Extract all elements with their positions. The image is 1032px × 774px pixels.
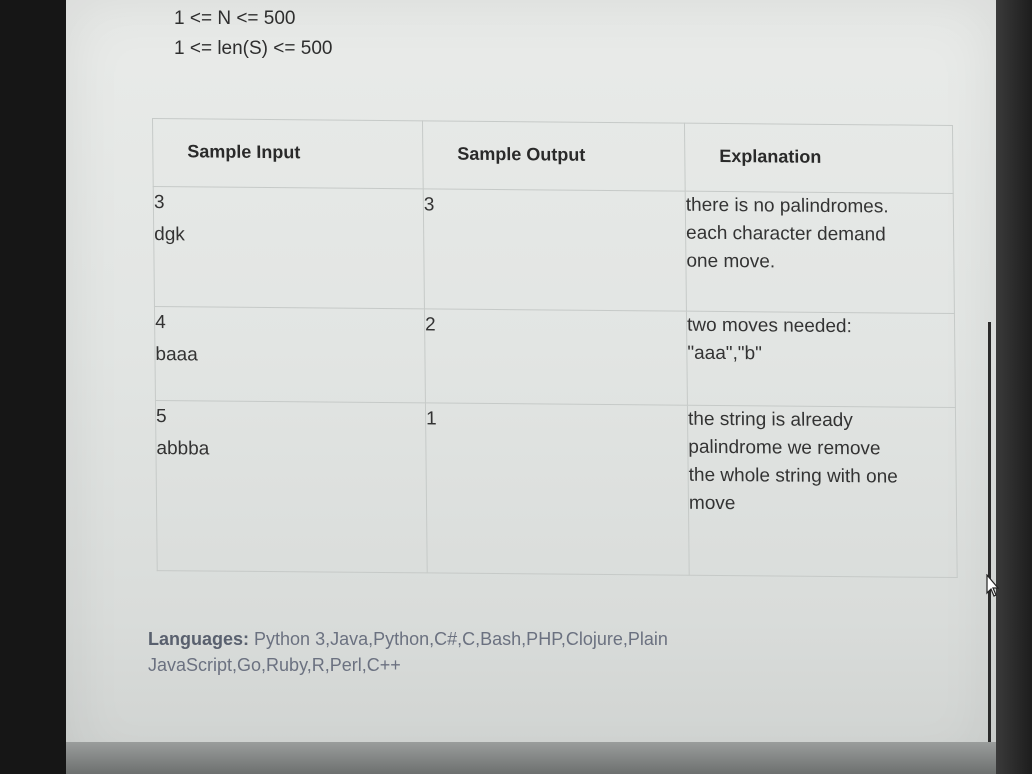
explanation-line: there is no palindromes.	[685, 194, 889, 218]
sample-output-cell: 3	[423, 188, 687, 312]
explanation-line: one move.	[686, 250, 776, 273]
explanation-line: palindrome we remove	[688, 436, 881, 460]
sample-input-cell: 4 baaa	[154, 306, 426, 403]
table-row: 3 dgk 3 there is no palindromes. each ch…	[153, 186, 955, 314]
input-n: 4	[155, 312, 166, 334]
explanation-line: each character demand	[686, 222, 886, 246]
sample-table-container: Sample Input Sample Output Explanation 3…	[152, 118, 958, 578]
constraint-n: 1 <= N <= 500	[174, 8, 296, 29]
right-edge	[996, 0, 1032, 774]
output-value: 2	[425, 314, 436, 336]
sample-output-cell: 2	[424, 308, 688, 406]
explanation-line: the whole string with one	[688, 464, 898, 488]
screen: 1 <= N <= 500 1 <= len(S) <= 500 Sample …	[0, 0, 1032, 774]
explanation-line: "aaa","b"	[687, 342, 763, 365]
header-sample-output: Sample Output	[422, 120, 686, 192]
input-s: abbba	[156, 438, 210, 460]
output-value: 3	[423, 194, 435, 216]
input-s: dgk	[154, 224, 185, 246]
output-value: 1	[426, 408, 437, 430]
explanation-cell: there is no palindromes. each character …	[685, 191, 955, 314]
explanation-line: move	[688, 492, 736, 515]
mouse-cursor-icon	[986, 574, 1000, 597]
table-row: 4 baaa 2 two moves needed: "aaa","b"	[154, 306, 956, 408]
table-row: 5 abbba 1 the string is already palindro…	[155, 400, 958, 578]
languages-label: Languages:	[148, 629, 250, 649]
header-explanation: Explanation	[684, 123, 954, 194]
sample-table: Sample Input Sample Output Explanation 3…	[152, 118, 958, 578]
scrollbar[interactable]	[988, 322, 991, 742]
explanation-line: the string is already	[687, 408, 853, 432]
bottom-edge	[66, 742, 996, 774]
explanation-cell: two moves needed: "aaa","b"	[686, 311, 956, 408]
sample-input-cell: 3 dgk	[153, 186, 425, 309]
explanation-line: two moves needed:	[686, 314, 852, 338]
explanation-cell: the string is already palindrome we remo…	[687, 405, 958, 578]
header-sample-input: Sample Input	[152, 118, 424, 189]
input-s: baaa	[155, 344, 198, 366]
constraint-len: 1 <= len(S) <= 500	[174, 38, 333, 59]
constraints: 1 <= N <= 500 1 <= len(S) <= 500	[174, 4, 332, 64]
table-header-row: Sample Input Sample Output Explanation	[152, 118, 954, 194]
languages: Languages: Python 3,Java,Python,C#,C,Bas…	[148, 626, 788, 678]
input-n: 5	[156, 406, 167, 428]
sample-output-cell: 1	[425, 402, 690, 576]
sample-input-cell: 5 abbba	[155, 400, 428, 573]
input-n: 3	[153, 192, 165, 214]
